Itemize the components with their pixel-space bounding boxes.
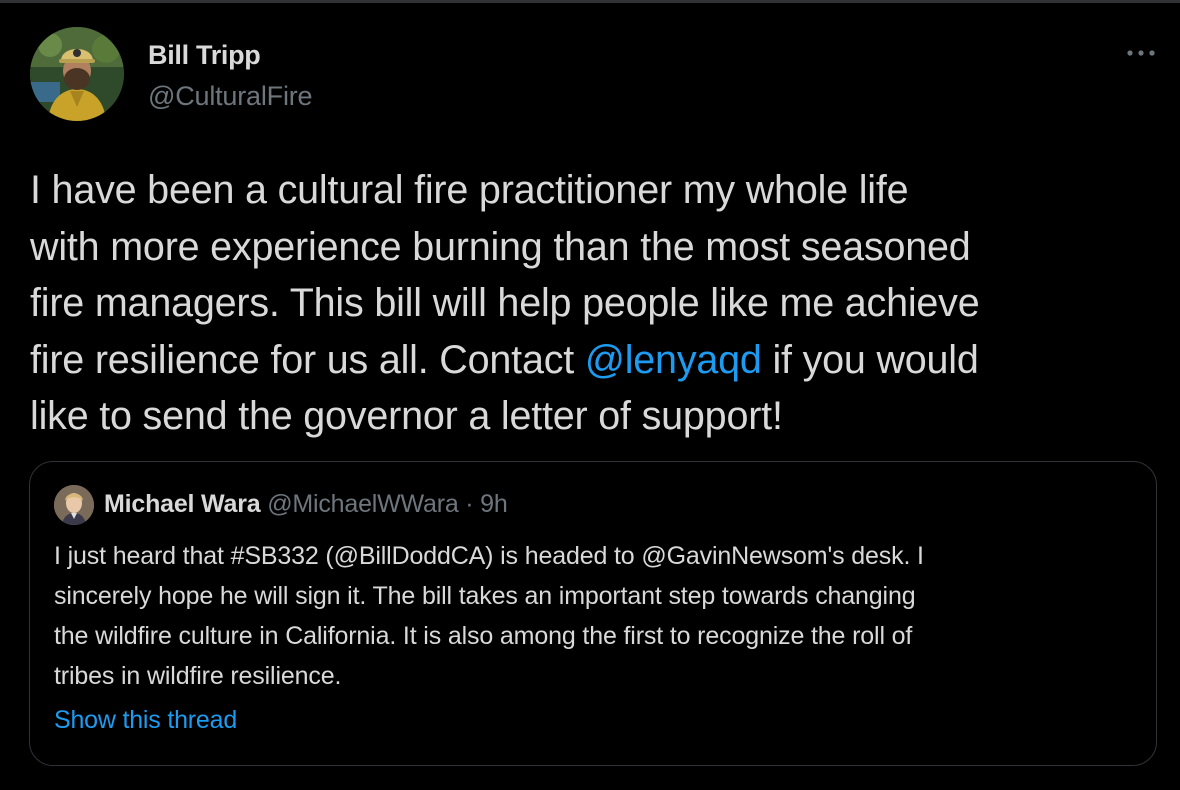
quoted-text-line: tribes in wildfire resilience. xyxy=(54,662,342,690)
quoted-tweet-card[interactable]: Michael Wara @MichaelWWara · 9h I just h… xyxy=(29,461,1157,766)
author-name[interactable]: Bill Tripp xyxy=(148,40,261,71)
more-horizontal-icon xyxy=(1127,50,1155,56)
tweet-text-segment: like to send the governor a letter of su… xyxy=(30,394,783,438)
quoted-text-line: the wildfire culture in California. It i… xyxy=(54,622,913,650)
tweet-text-line: I have been a cultural fire practitioner… xyxy=(30,162,1160,219)
quoted-tweet-header: Michael Wara @MichaelWWara · 9h xyxy=(104,490,508,519)
meta-separator: · xyxy=(465,490,474,518)
tweet-text-line: fire resilience for us all. Contact @len… xyxy=(30,332,1160,389)
quoted-tweet-time[interactable]: 9h xyxy=(480,490,508,518)
quoted-tweet-text: I just heard that #SB332 (@BillDoddCA) i… xyxy=(54,536,1134,696)
tweet-text-line: like to send the governor a letter of su… xyxy=(30,388,1160,445)
tweet-text-segment: with more experience burning than the mo… xyxy=(30,224,971,269)
author-avatar-image xyxy=(30,27,124,121)
author-handle[interactable]: @CulturalFire xyxy=(148,81,313,112)
quoted-text-line: I just heard that #SB332 (@BillDoddCA) i… xyxy=(54,542,924,570)
tweet-text-segment: fire resilience for us all. Contact xyxy=(30,337,585,382)
tweet-text-segment: I have been a cultural fire practitioner… xyxy=(30,168,909,212)
more-options-button[interactable] xyxy=(1122,38,1160,68)
tweet-text-segment: fire managers. This bill will help peopl… xyxy=(30,281,980,325)
tweet-text: I have been a cultural fire practitioner… xyxy=(30,162,1160,445)
top-divider xyxy=(0,0,1180,3)
quoted-author-name[interactable]: Michael Wara xyxy=(104,490,261,518)
tweet-text-line: with more experience burning than the mo… xyxy=(30,219,1160,276)
tweet-text-segment: if you would xyxy=(761,337,979,382)
author-avatar[interactable] xyxy=(30,27,124,121)
quoted-text-line: sincerely hope he will sign it. The bill… xyxy=(54,582,916,610)
mention-link-lenyaqd[interactable]: @lenyaqd xyxy=(585,338,762,382)
quoted-author-avatar-image xyxy=(54,485,94,525)
quoted-author-avatar[interactable] xyxy=(54,485,94,525)
show-thread-link[interactable]: Show this thread xyxy=(54,706,237,735)
tweet-text-line: fire managers. This bill will help peopl… xyxy=(30,275,1160,332)
quoted-author-handle[interactable]: @MichaelWWara xyxy=(267,490,459,518)
